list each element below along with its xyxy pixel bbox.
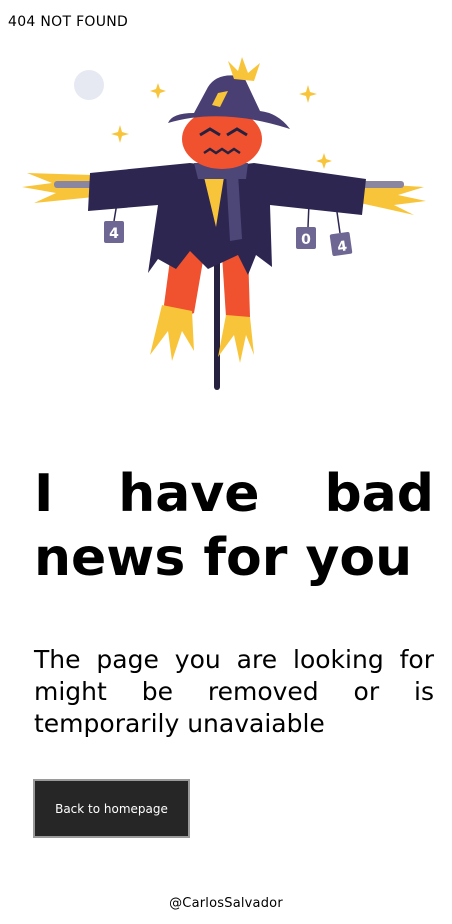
can-label-1: 4 — [109, 226, 119, 242]
can-label-2: 0 — [301, 232, 311, 248]
author-credit: @CarlosSalvador — [169, 896, 283, 911]
headline-word: have — [118, 464, 260, 524]
headline-word: bad — [324, 464, 434, 524]
moon-icon — [74, 70, 104, 100]
headline-line-2: news for you — [34, 528, 413, 589]
error-description: The page you are looking for might be re… — [34, 645, 434, 738]
page-headline: I have bad news for you — [34, 462, 434, 591]
headline-word: I — [34, 464, 54, 524]
scarecrow-illustration: 4 0 4 — [22, 57, 426, 390]
page-status-title: 404 NOT FOUND — [8, 14, 129, 30]
back-to-homepage-button[interactable]: Back to homepage — [33, 779, 190, 838]
